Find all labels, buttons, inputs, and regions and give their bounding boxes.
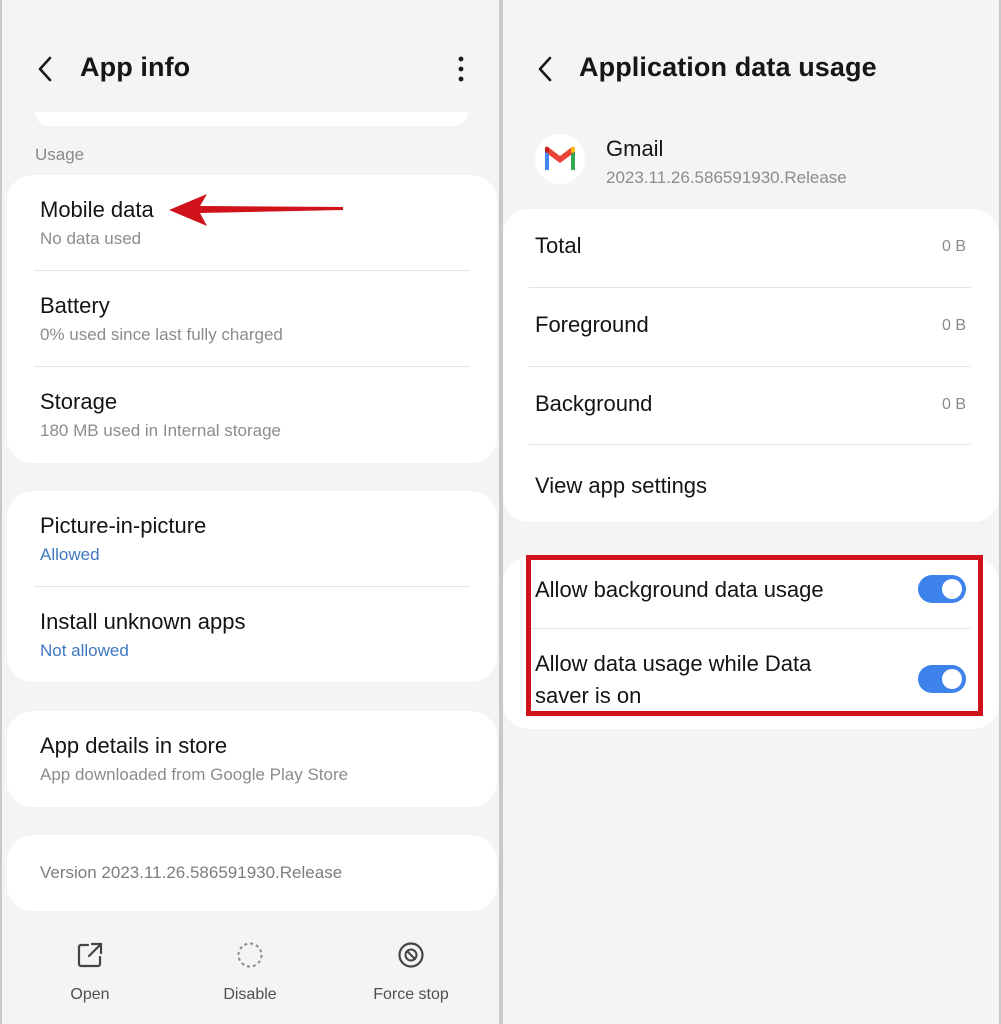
open-button[interactable]: Open <box>15 940 165 1004</box>
picture-in-picture-label: Picture-in-picture <box>40 513 207 538</box>
app-name: Gmail <box>606 136 664 161</box>
app-details-in-store-subtitle: App downloaded from Google Play Store <box>40 765 349 784</box>
battery-label: Battery <box>40 293 110 318</box>
total-value: 0 B <box>941 238 966 255</box>
foreground-usage-row: Foreground 0 B <box>503 288 999 366</box>
store-card: App details in store App downloaded from… <box>7 711 497 807</box>
app-header: Gmail 2023.11.26.586591930.Release <box>503 128 999 198</box>
open-external-icon <box>77 942 103 968</box>
view-app-settings-item[interactable]: View app settings <box>503 445 999 522</box>
red-arrow-annotation-icon <box>169 194 343 226</box>
total-usage-row: Total 0 B <box>503 209 999 287</box>
red-highlight-box <box>526 555 983 716</box>
picture-in-picture-item[interactable]: Picture-in-picture Allowed <box>7 491 497 586</box>
more-vert-icon[interactable] <box>451 54 471 84</box>
battery-item[interactable]: Battery 0% used since last fully charged <box>7 271 497 367</box>
mobile-data-label: Mobile data <box>40 197 154 222</box>
disable-label: Disable <box>223 986 277 1003</box>
total-label: Total <box>535 233 582 258</box>
force-stop-label: Force stop <box>373 986 449 1003</box>
app-details-in-store-label: App details in store <box>40 733 228 758</box>
data-usage-top-bar: Application data usage <box>503 44 999 94</box>
storage-item[interactable]: Storage 180 MB used in Internal storage <box>7 367 497 463</box>
force-stop-button[interactable]: Force stop <box>336 940 486 1004</box>
page-title: Application data usage <box>579 52 877 82</box>
app-info-top-bar: App info <box>2 44 499 94</box>
install-unknown-apps-item[interactable]: Install unknown apps Not allowed <box>7 587 497 682</box>
background-label: Background <box>535 391 653 416</box>
app-info-screen: App info Usage Mobile data No data used … <box>2 0 499 1024</box>
back-arrow-icon[interactable] <box>530 54 560 84</box>
picture-in-picture-status: Allowed <box>40 545 100 564</box>
disable-button[interactable]: Disable <box>175 940 325 1004</box>
storage-label: Storage <box>40 389 118 414</box>
back-arrow-icon[interactable] <box>30 54 60 84</box>
install-unknown-apps-label: Install unknown apps <box>40 609 246 634</box>
background-usage-row: Background 0 B <box>503 367 999 445</box>
background-value: 0 B <box>941 396 966 413</box>
battery-subtitle: 0% used since last fully charged <box>40 325 283 344</box>
open-label: Open <box>70 986 110 1003</box>
storage-subtitle: 180 MB used in Internal storage <box>40 421 281 440</box>
page-title: App info <box>80 52 191 82</box>
data-usage-card: Total 0 B Foreground 0 B Background 0 B … <box>503 209 999 522</box>
mobile-data-subtitle: No data used <box>40 229 142 248</box>
application-data-usage-screen: Application data usage Gmail 2023.11.26.… <box>503 0 999 1024</box>
version-text: Version 2023.11.26.586591930.Release <box>40 863 343 882</box>
foreground-value: 0 B <box>941 317 966 334</box>
app-version: 2023.11.26.586591930.Release <box>606 168 847 187</box>
app-details-in-store-item[interactable]: App details in store App downloaded from… <box>7 711 497 807</box>
foreground-label: Foreground <box>535 312 649 337</box>
gmail-logo-icon <box>545 146 575 170</box>
version-card: Version 2023.11.26.586591930.Release <box>7 835 497 911</box>
bottom-action-bar: Open Disable Force stop <box>2 940 499 1020</box>
install-unknown-apps-status: Not allowed <box>40 641 129 660</box>
scrolled-card-edge <box>35 112 468 126</box>
force-stop-icon <box>398 942 424 968</box>
view-app-settings-label: View app settings <box>535 473 708 498</box>
section-label-usage: Usage <box>35 145 85 164</box>
permissions-card: Picture-in-picture Allowed Install unkno… <box>7 491 497 682</box>
app-icon <box>535 134 585 184</box>
disable-dashed-circle-icon <box>237 942 263 968</box>
